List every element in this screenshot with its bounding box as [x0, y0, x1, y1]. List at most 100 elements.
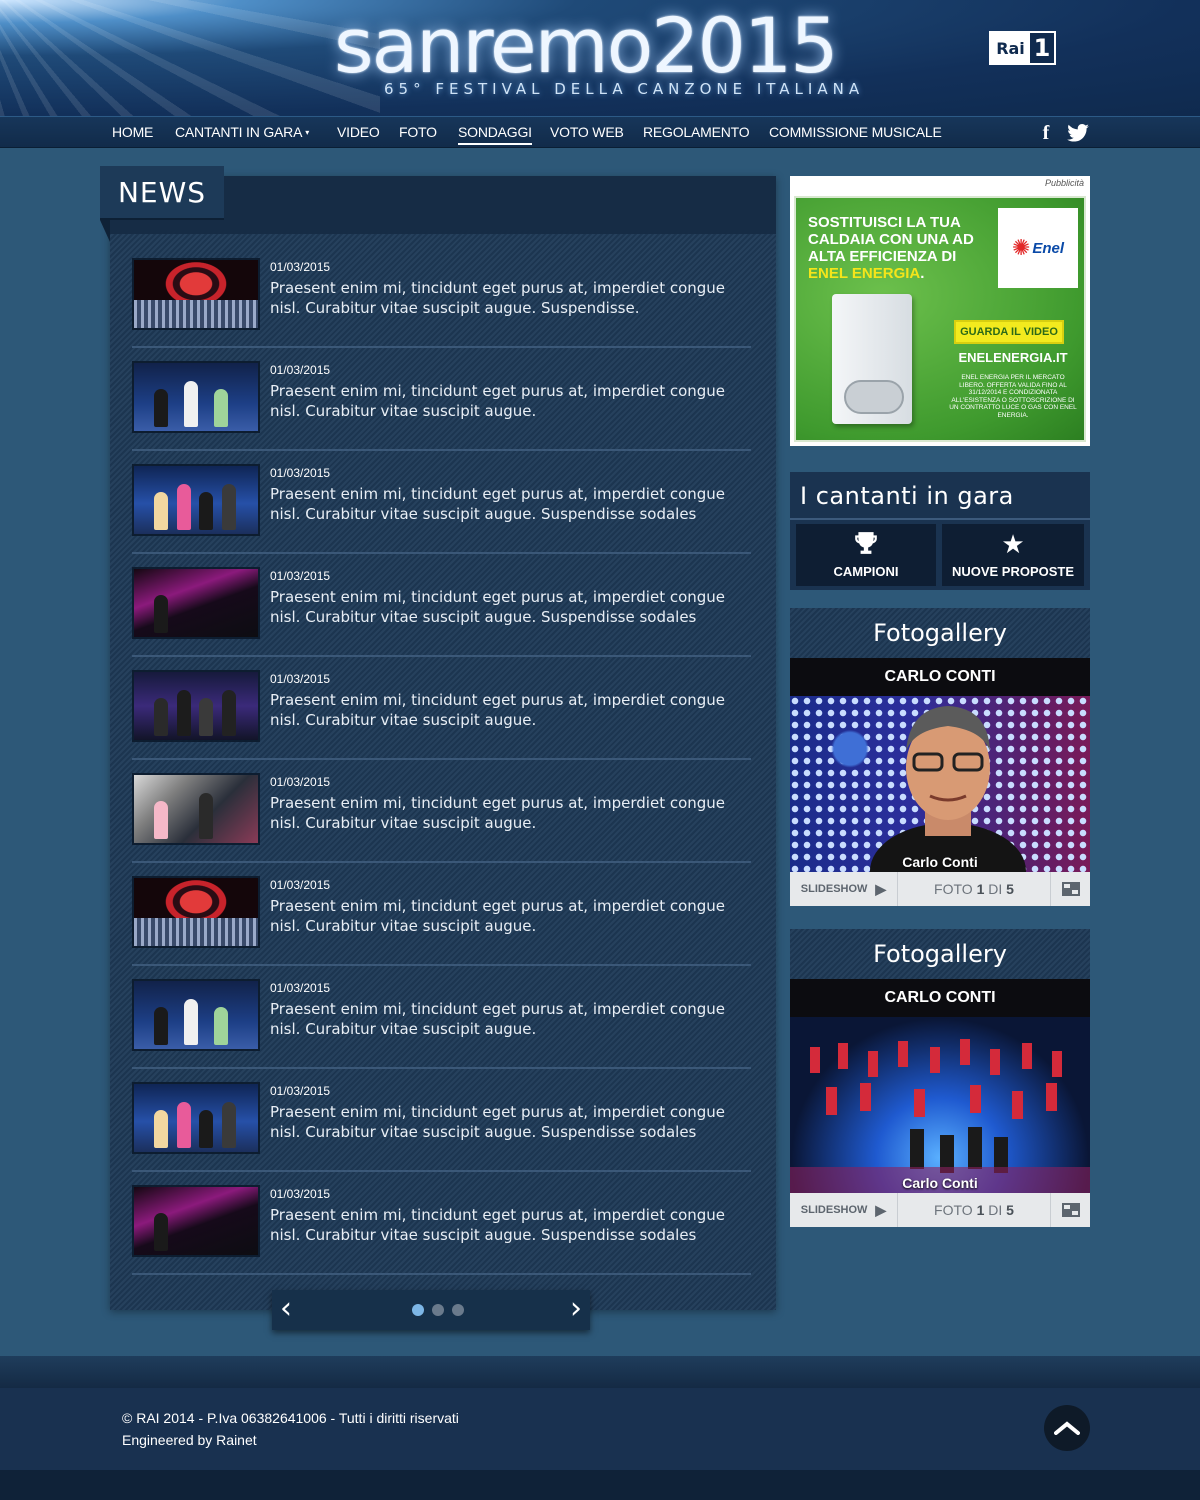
news-date: 01/03/2015	[270, 775, 331, 789]
news-title: NEWS	[100, 166, 224, 220]
news-text[interactable]: Praesent enim mi, tincidunt eget purus a…	[270, 896, 745, 936]
news-thumbnail[interactable]	[132, 773, 260, 845]
prev-arrow-icon[interactable]: ‹	[272, 1294, 300, 1324]
fullscreen-icon[interactable]	[1050, 1193, 1090, 1227]
pager-dot-2[interactable]	[432, 1304, 444, 1316]
photo-counter: FOTO 1 DI 5	[898, 872, 1050, 906]
person-figure	[199, 1110, 213, 1148]
photo-total: 5	[1006, 1202, 1014, 1218]
news-thumbnail[interactable]	[132, 1185, 260, 1257]
slideshow-label: SLIDESHOW	[800, 883, 868, 895]
news-thumbnail[interactable]	[132, 876, 260, 948]
main-nav: HOME CANTANTI IN GARA ▾ VIDEO FOTO SONDAG…	[0, 116, 1200, 148]
play-icon: ▶	[875, 880, 887, 897]
news-item[interactable]: 01/03/2015 Praesent enim mi, tincidunt eg…	[132, 876, 751, 966]
next-arrow-icon[interactable]: ›	[562, 1294, 590, 1324]
ad-video-button[interactable]: GUARDA IL VIDEO	[954, 320, 1064, 344]
news-thumbnail[interactable]	[132, 1082, 260, 1154]
news-text[interactable]: Praesent enim mi, tincidunt eget purus a…	[270, 1102, 745, 1142]
news-text[interactable]: Praesent enim mi, tincidunt eget purus a…	[270, 484, 745, 524]
news-pager: ‹ ›	[272, 1290, 590, 1330]
news-thumbnail[interactable]	[132, 567, 260, 639]
news-item[interactable]: 01/03/2015 Praesent enim mi, tincidunt eg…	[132, 1185, 751, 1275]
slideshow-button[interactable]: SLIDESHOW ▶	[790, 1193, 898, 1227]
ad-site-link[interactable]: ENELENERGIA.IT	[948, 350, 1078, 365]
person-figure	[176, 484, 191, 530]
site-header: sanremo2015 65° FESTIVAL DELLA CANZONE I…	[0, 0, 1200, 116]
news-item[interactable]: 01/03/2015 Praesent enim mi, tincidunt eg…	[132, 979, 751, 1069]
ad-banner[interactable]: SOSTITUISCI LA TUA CALDAIA CON UNA AD AL…	[794, 196, 1086, 442]
pager-dot-3[interactable]	[452, 1304, 464, 1316]
news-item[interactable]: 01/03/2015 Praesent enim mi, tincidunt eg…	[132, 258, 751, 348]
fotogallery-1: Fotogallery CARLO CONTI Carlo Conti SLID…	[790, 608, 1090, 906]
news-thumbnail[interactable]	[132, 670, 260, 742]
nav-sondaggi[interactable]: SONDAGGI	[458, 117, 532, 147]
news-text[interactable]: Praesent enim mi, tincidunt eget purus a…	[270, 690, 745, 730]
fullscreen-icon[interactable]	[1050, 872, 1090, 906]
news-thumbnail[interactable]	[132, 258, 260, 330]
photo-counter: FOTO 1 DI 5	[898, 1193, 1050, 1227]
news-item[interactable]: 01/03/2015 Praesent enim mi, tincidunt eg…	[132, 361, 751, 451]
ad-headline-part1: SOSTITUISCI LA TUA CALDAIA CON UNA AD AL…	[808, 214, 974, 265]
facebook-icon[interactable]: f	[1038, 122, 1054, 144]
photo-counter-prefix: FOTO	[934, 881, 977, 897]
chevron-up-icon	[1054, 1421, 1080, 1435]
nav-foto[interactable]: FOTO	[399, 117, 437, 147]
campioni-button[interactable]: CAMPIONI	[796, 524, 936, 586]
news-thumbnail[interactable]	[132, 464, 260, 536]
photo-counter-sep: DI	[984, 1202, 1007, 1218]
news-item[interactable]: 01/03/2015 Praesent enim mi, tincidunt eg…	[132, 567, 751, 657]
news-thumbnail[interactable]	[132, 979, 260, 1051]
news-thumbnail[interactable]	[132, 361, 260, 433]
gallery-photo[interactable]: Carlo Conti	[790, 1017, 1090, 1193]
nav-cantanti-label: CANTANTI IN GARA	[175, 124, 303, 140]
ad-headline: SOSTITUISCI LA TUA CALDAIA CON UNA AD AL…	[808, 214, 988, 282]
star-icon: ★	[1001, 530, 1025, 560]
news-text[interactable]: Praesent enim mi, tincidunt eget purus a…	[270, 793, 745, 833]
nav-commissione-musicale[interactable]: COMMISSIONE MUSICALE	[769, 117, 942, 147]
rai-channel-number: 1	[1030, 33, 1054, 63]
gallery-title: Fotogallery	[790, 929, 1090, 979]
nav-video[interactable]: VIDEO	[337, 117, 380, 147]
person-figure	[154, 492, 168, 530]
gallery-title: Fotogallery	[790, 608, 1090, 658]
sanremo-logo[interactable]: sanremo2015	[334, 8, 839, 84]
cantanti-title: I cantanti in gara	[800, 482, 1014, 510]
news-text[interactable]: Praesent enim mi, tincidunt eget purus a…	[270, 1205, 745, 1245]
person-figure	[154, 389, 168, 427]
divider	[790, 518, 1090, 520]
person-figure	[214, 1007, 228, 1045]
nav-cantanti-in-gara[interactable]: CANTANTI IN GARA ▾	[175, 117, 309, 147]
news-text[interactable]: Praesent enim mi, tincidunt eget purus a…	[270, 587, 745, 627]
nav-home[interactable]: HOME	[112, 117, 153, 147]
news-text[interactable]: Praesent enim mi, tincidunt eget purus a…	[270, 278, 745, 318]
slideshow-button[interactable]: SLIDESHOW ▶	[790, 872, 898, 906]
nuove-proposte-button[interactable]: ★ NUOVE PROPOSTE	[942, 524, 1084, 586]
news-date: 01/03/2015	[270, 1084, 331, 1098]
person-figure	[154, 801, 168, 839]
footer-credits[interactable]: Engineered by Rainet	[122, 1432, 257, 1448]
nav-voto-web[interactable]: VOTO WEB	[550, 117, 624, 147]
play-icon: ▶	[875, 1201, 887, 1218]
festival-subtitle: 65° FESTIVAL DELLA CANZONE ITALIANA	[384, 80, 865, 98]
footer-copyright: © RAI 2014 - P.Iva 06382641006 - Tutti i…	[122, 1410, 459, 1426]
advertisement[interactable]: Pubblicità SOSTITUISCI LA TUA CALDAIA CO…	[790, 176, 1090, 446]
news-date: 01/03/2015	[270, 981, 331, 995]
rai1-logo[interactable]: Rai 1	[989, 31, 1056, 65]
footer-bottom	[0, 1470, 1200, 1500]
gallery-photo[interactable]: Carlo Conti	[790, 696, 1090, 872]
back-to-top-button[interactable]	[1044, 1405, 1090, 1451]
person-figure	[221, 1102, 236, 1148]
news-item[interactable]: 01/03/2015 Praesent enim mi, tincidunt eg…	[132, 1082, 751, 1172]
pager-dot-1[interactable]	[412, 1304, 424, 1316]
person-figure	[221, 690, 236, 736]
news-item[interactable]: 01/03/2015 Praesent enim mi, tincidunt eg…	[132, 773, 751, 863]
person-figure	[221, 484, 236, 530]
twitter-icon[interactable]	[1066, 123, 1090, 143]
news-item[interactable]: 01/03/2015 Praesent enim mi, tincidunt eg…	[132, 464, 751, 554]
news-item[interactable]: 01/03/2015 Praesent enim mi, tincidunt eg…	[132, 670, 751, 760]
nav-regolamento[interactable]: REGOLAMENTO	[643, 117, 750, 147]
news-text[interactable]: Praesent enim mi, tincidunt eget purus a…	[270, 381, 745, 421]
news-text[interactable]: Praesent enim mi, tincidunt eget purus a…	[270, 999, 745, 1039]
campioni-label: CAMPIONI	[833, 564, 899, 579]
